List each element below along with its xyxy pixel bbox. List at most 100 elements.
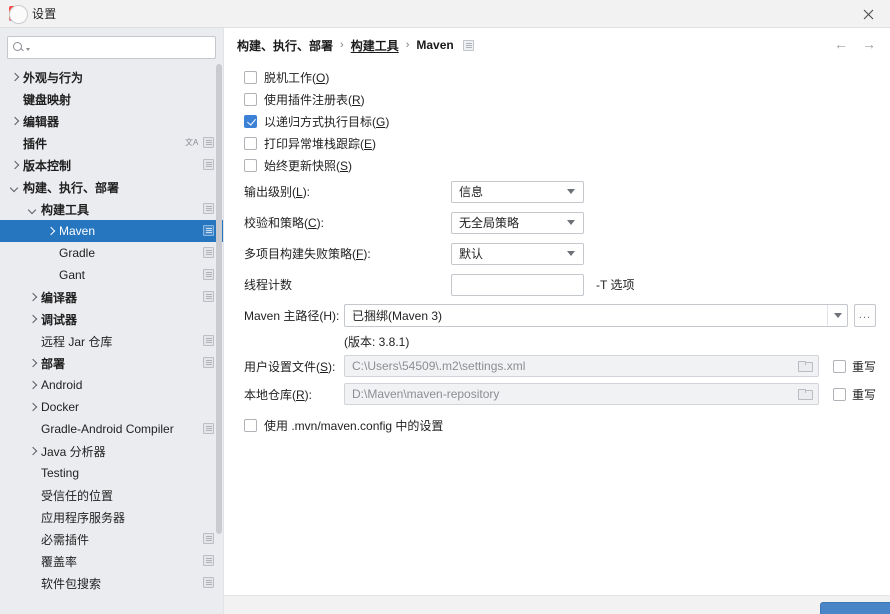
sidebar-item-应用程序服务器[interactable]: 应用程序服务器 bbox=[0, 506, 223, 528]
override-checkbox[interactable] bbox=[832, 387, 846, 401]
override-checkbox-wrap[interactable]: 重写 bbox=[832, 386, 876, 403]
sidebar-item-软件包搜索[interactable]: 软件包搜索 bbox=[0, 572, 223, 592]
checkbox-row[interactable]: 以递归方式执行目标(G) bbox=[237, 110, 876, 132]
chevron-down-icon[interactable] bbox=[26, 47, 30, 51]
settings-badge-icon[interactable] bbox=[203, 137, 214, 148]
sidebar-item-label: 构建、执行、部署 bbox=[23, 180, 120, 195]
sidebar-scrollbar[interactable] bbox=[216, 64, 222, 584]
combobox[interactable]: 无全局策略 bbox=[451, 211, 584, 234]
sidebar-item-Gant[interactable]: Gant bbox=[0, 264, 223, 286]
checkbox-label: 始终更新快照(S) bbox=[264, 158, 353, 173]
sidebar-item-键盘映射[interactable]: 键盘映射 bbox=[0, 88, 223, 110]
sidebar-item-label: Android bbox=[41, 378, 83, 392]
settings-badge-icon[interactable] bbox=[203, 225, 214, 236]
checkbox-row[interactable]: 始终更新快照(S) bbox=[237, 154, 876, 176]
chevron-right-icon[interactable] bbox=[9, 71, 21, 83]
close-button[interactable] bbox=[846, 0, 890, 28]
mvn-config-checkbox-row[interactable]: 使用 .mvn/maven.config 中的设置 bbox=[237, 414, 876, 436]
chevron-right-icon[interactable] bbox=[27, 357, 39, 369]
sidebar-item-Testing[interactable]: Testing bbox=[0, 462, 223, 484]
sidebar-item-部署[interactable]: 部署 bbox=[0, 352, 223, 374]
sidebar-item-外观与行为[interactable]: 外观与行为 bbox=[0, 66, 223, 88]
settings-tree[interactable]: 外观与行为 键盘映射 编辑器 插件 文A 版本控制构建、执行、部署构建工具 Maven Gra… bbox=[0, 64, 223, 592]
sidebar-item-label: Maven bbox=[59, 224, 96, 238]
combobox[interactable]: 默认 bbox=[451, 242, 584, 265]
sidebar-item-编译器[interactable]: 编译器 bbox=[0, 286, 223, 308]
help-button[interactable] bbox=[9, 5, 28, 24]
sidebar-item-覆盖率[interactable]: 覆盖率 bbox=[0, 550, 223, 572]
chevron-right-icon[interactable] bbox=[9, 115, 21, 127]
settings-badge-icon[interactable] bbox=[203, 203, 214, 214]
sidebar-item-受信任的位置[interactable]: 受信任的位置 bbox=[0, 484, 223, 506]
chevron-right-icon[interactable] bbox=[9, 159, 21, 171]
settings-badge-icon[interactable] bbox=[203, 357, 214, 368]
path-input[interactable]: D:\Maven\maven-repository bbox=[344, 383, 819, 405]
sidebar-item-调试器[interactable]: 调试器 bbox=[0, 308, 223, 330]
chevron-right-icon[interactable] bbox=[45, 225, 57, 237]
settings-badge-icon[interactable] bbox=[462, 39, 474, 51]
maven-home-browse-button[interactable]: ... bbox=[854, 303, 876, 327]
folder-icon[interactable] bbox=[797, 360, 813, 372]
settings-badge-icon[interactable] bbox=[203, 335, 214, 346]
breadcrumb-item-0[interactable]: 构建、执行、部署 bbox=[237, 37, 333, 54]
breadcrumb-item-1[interactable]: 构建工具 bbox=[351, 37, 399, 54]
chevron-down-icon[interactable] bbox=[567, 251, 575, 256]
chevron-right-icon[interactable] bbox=[27, 445, 39, 457]
chevron-down-icon[interactable] bbox=[567, 189, 575, 194]
sidebar-item-版本控制[interactable]: 版本控制 bbox=[0, 154, 223, 176]
translate-icon[interactable]: 文A bbox=[185, 137, 198, 148]
checkbox-row[interactable]: 脱机工作(O) bbox=[237, 66, 876, 88]
sidebar-item-Gradle-Android Compiler[interactable]: Gradle-Android Compiler bbox=[0, 418, 223, 440]
checkbox[interactable] bbox=[244, 114, 257, 128]
mvn-config-checkbox[interactable] bbox=[244, 418, 257, 432]
chevron-right-icon[interactable] bbox=[27, 379, 39, 391]
settings-badge-icon[interactable] bbox=[203, 577, 214, 588]
search-input[interactable] bbox=[32, 40, 210, 55]
path-input[interactable]: C:\Users\54509\.m2\settings.xml bbox=[344, 355, 819, 377]
settings-badge-icon[interactable] bbox=[203, 247, 214, 258]
sidebar-item-Gradle[interactable]: Gradle bbox=[0, 242, 223, 264]
maven-home-combobox[interactable]: 已捆绑(Maven 3) bbox=[344, 303, 848, 327]
checkbox-row[interactable]: 打印异常堆栈跟踪(E) bbox=[237, 132, 876, 154]
checkbox[interactable] bbox=[244, 136, 257, 150]
sidebar-item-必需插件[interactable]: 必需插件 bbox=[0, 528, 223, 550]
settings-badge-icon[interactable] bbox=[203, 291, 214, 302]
sidebar-item-构建、执行、部署[interactable]: 构建、执行、部署 bbox=[0, 176, 223, 198]
chevron-right-icon[interactable] bbox=[27, 313, 39, 325]
settings-badge-icon[interactable] bbox=[203, 533, 214, 544]
settings-badge-icon[interactable] bbox=[203, 159, 214, 170]
arrow-right-icon[interactable]: → bbox=[862, 37, 876, 51]
chevron-down-icon[interactable] bbox=[567, 220, 575, 225]
checkbox[interactable] bbox=[244, 92, 257, 106]
chevron-down-icon[interactable] bbox=[27, 203, 39, 215]
override-checkbox-wrap[interactable]: 重写 bbox=[832, 358, 876, 375]
sidebar-item-Docker[interactable]: Docker bbox=[0, 396, 223, 418]
chevron-right-icon[interactable] bbox=[27, 401, 39, 413]
chevron-right-icon[interactable] bbox=[27, 291, 39, 303]
dialog-body: 外观与行为 键盘映射 编辑器 插件 文A 版本控制 构建、执行、部署 构建工具 Maven Gra… bbox=[0, 28, 890, 614]
arrow-left-icon[interactable]: ← bbox=[834, 37, 848, 51]
checkbox[interactable] bbox=[244, 70, 257, 84]
settings-badge-icon[interactable] bbox=[203, 269, 214, 280]
sidebar-item-构建工具[interactable]: 构建工具 bbox=[0, 198, 223, 220]
checkbox-row[interactable]: 使用插件注册表(R) bbox=[237, 88, 876, 110]
settings-badge-icon[interactable] bbox=[203, 423, 214, 434]
sidebar-item-编辑器[interactable]: 编辑器 bbox=[0, 110, 223, 132]
thread-count-input[interactable] bbox=[451, 273, 584, 296]
search-box[interactable] bbox=[7, 36, 216, 59]
checkbox[interactable] bbox=[244, 158, 257, 172]
chevron-down-icon[interactable] bbox=[827, 304, 847, 326]
override-checkbox[interactable] bbox=[832, 359, 846, 373]
sidebar-item-插件[interactable]: 插件 文A bbox=[0, 132, 223, 154]
settings-badge-icon[interactable] bbox=[203, 555, 214, 566]
combobox[interactable]: 信息 bbox=[451, 180, 584, 203]
sidebar-item-Java 分析器[interactable]: Java 分析器 bbox=[0, 440, 223, 462]
sidebar-item-Android[interactable]: Android bbox=[0, 374, 223, 396]
sidebar-item-Maven[interactable]: Maven bbox=[0, 220, 223, 242]
folder-icon[interactable] bbox=[797, 388, 813, 400]
ok-button[interactable] bbox=[820, 602, 890, 614]
scrollbar-thumb[interactable] bbox=[216, 64, 222, 534]
sidebar-footer-spacer bbox=[0, 592, 223, 614]
chevron-down-icon[interactable] bbox=[9, 181, 21, 193]
sidebar-item-远程 Jar 仓库[interactable]: 远程 Jar 仓库 bbox=[0, 330, 223, 352]
